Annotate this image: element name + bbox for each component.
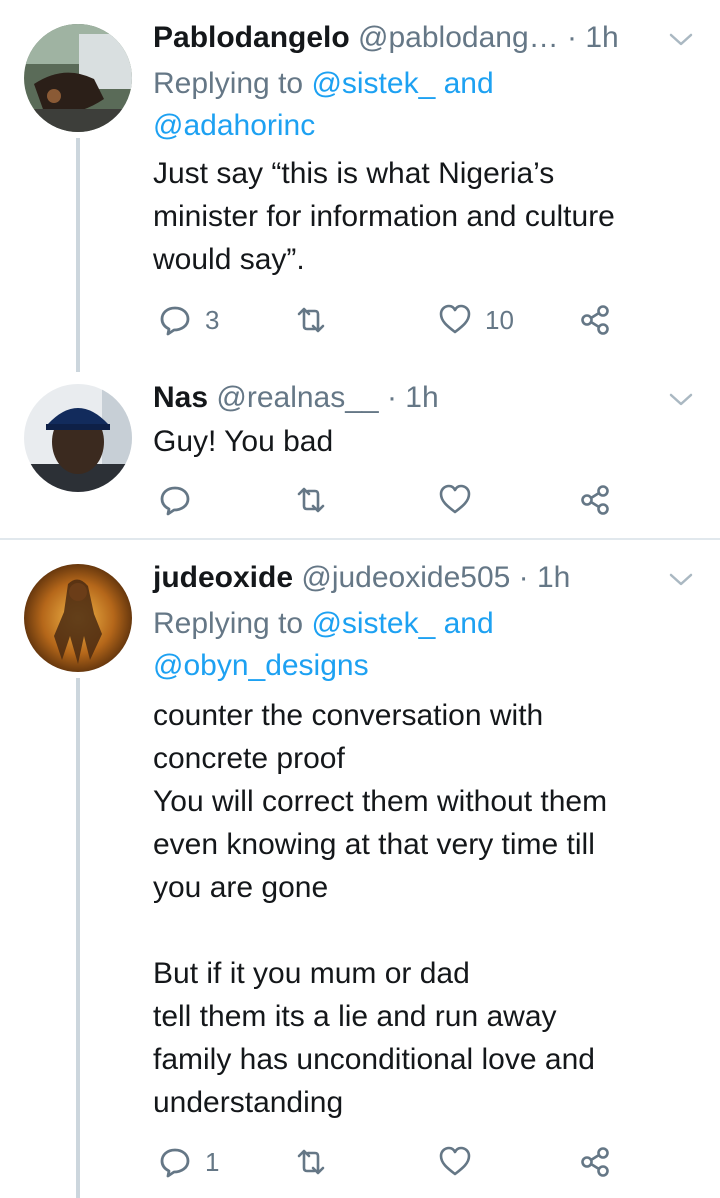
heart-icon xyxy=(439,484,471,514)
share-button[interactable] xyxy=(577,1142,613,1182)
chevron-down-icon[interactable] xyxy=(666,384,696,414)
chevron-down-icon[interactable] xyxy=(666,24,696,54)
mention-link[interactable]: @adahorinc xyxy=(153,109,315,142)
timestamp[interactable]: 1h xyxy=(585,21,618,54)
tweet-actions: 3 10 xyxy=(153,300,633,340)
user-handle[interactable]: @realnas__ xyxy=(216,381,378,414)
share-icon xyxy=(581,305,609,335)
replying-to-label: Replying to xyxy=(153,607,312,640)
tweet-text: Just say “this is what Nigeria’s ministe… xyxy=(153,157,615,276)
retweet-button[interactable] xyxy=(293,1142,329,1182)
tweet-text: Guy! You bad xyxy=(153,425,334,458)
tweet-actions xyxy=(153,480,633,520)
share-button[interactable] xyxy=(577,300,613,340)
mention-link[interactable]: @sistek_ xyxy=(311,67,435,100)
tweet-actions: 1 xyxy=(153,1142,633,1182)
reply-icon xyxy=(160,486,190,516)
mention-link[interactable]: @obyn_designs xyxy=(153,649,369,682)
heart-icon xyxy=(439,304,471,334)
avatar[interactable] xyxy=(24,384,132,492)
reply-count: 1 xyxy=(205,1146,220,1177)
retweet-icon xyxy=(297,487,325,513)
user-handle[interactable]: @pablodang… xyxy=(358,21,559,54)
display-name[interactable]: Nas xyxy=(153,381,208,414)
tweet-judeoxide[interactable]: judeoxide @judeoxide505 · 1h Replying to… xyxy=(0,540,720,1198)
replying-to: Replying to @sistek_ and @obyn_designs xyxy=(153,603,494,687)
tweet-header: Nas @realnas__ · 1h xyxy=(153,378,439,418)
tweet-header: judeoxide @judeoxide505 · 1h xyxy=(153,558,570,598)
replying-to-label: Replying to xyxy=(153,67,312,100)
tweet-nas[interactable]: Nas @realnas__ · 1h Guy! You bad xyxy=(0,372,720,538)
like-button[interactable]: 10 xyxy=(437,300,514,340)
mention-link[interactable]: @sistek_ xyxy=(311,607,435,640)
mention-and: and xyxy=(435,607,494,640)
display-name[interactable]: judeoxide xyxy=(153,561,293,594)
separator: · xyxy=(558,21,586,54)
reply-icon xyxy=(160,1148,190,1178)
avatar[interactable] xyxy=(24,24,132,132)
user-handle[interactable]: @judeoxide505 xyxy=(301,561,510,594)
timestamp[interactable]: 1h xyxy=(405,381,438,414)
tweet-header: Pablodangelo @pablodang… · 1h xyxy=(153,18,619,58)
reply-button[interactable]: 1 xyxy=(157,1142,219,1182)
like-count: 10 xyxy=(485,304,514,335)
heart-icon xyxy=(439,1146,471,1176)
avatar[interactable] xyxy=(24,564,132,672)
share-icon xyxy=(581,1147,609,1177)
thread-line xyxy=(76,138,80,372)
tweet-pablodangelo[interactable]: Pablodangelo @pablodang… · 1h Replying t… xyxy=(0,0,720,372)
like-button[interactable] xyxy=(437,1142,473,1182)
reply-count: 3 xyxy=(205,304,220,335)
retweet-icon xyxy=(297,307,325,333)
retweet-button[interactable] xyxy=(293,480,329,520)
tweet-text: counter the conversation with concrete p… xyxy=(153,699,608,1119)
share-icon xyxy=(581,485,609,515)
separator: · xyxy=(378,381,406,414)
reply-button[interactable]: 3 xyxy=(157,300,219,340)
separator: · xyxy=(510,561,537,594)
like-button[interactable] xyxy=(437,480,473,520)
timestamp[interactable]: 1h xyxy=(537,561,570,594)
retweet-button[interactable] xyxy=(293,300,329,340)
share-button[interactable] xyxy=(577,480,613,520)
reply-button[interactable] xyxy=(157,480,205,520)
replying-to: Replying to @sistek_ and @adahorinc xyxy=(153,63,494,147)
retweet-icon xyxy=(297,1149,325,1175)
reply-icon xyxy=(160,306,190,336)
mention-and: and xyxy=(435,67,494,100)
chevron-down-icon[interactable] xyxy=(666,564,696,594)
thread-line xyxy=(76,678,80,1198)
display-name[interactable]: Pablodangelo xyxy=(153,21,350,54)
